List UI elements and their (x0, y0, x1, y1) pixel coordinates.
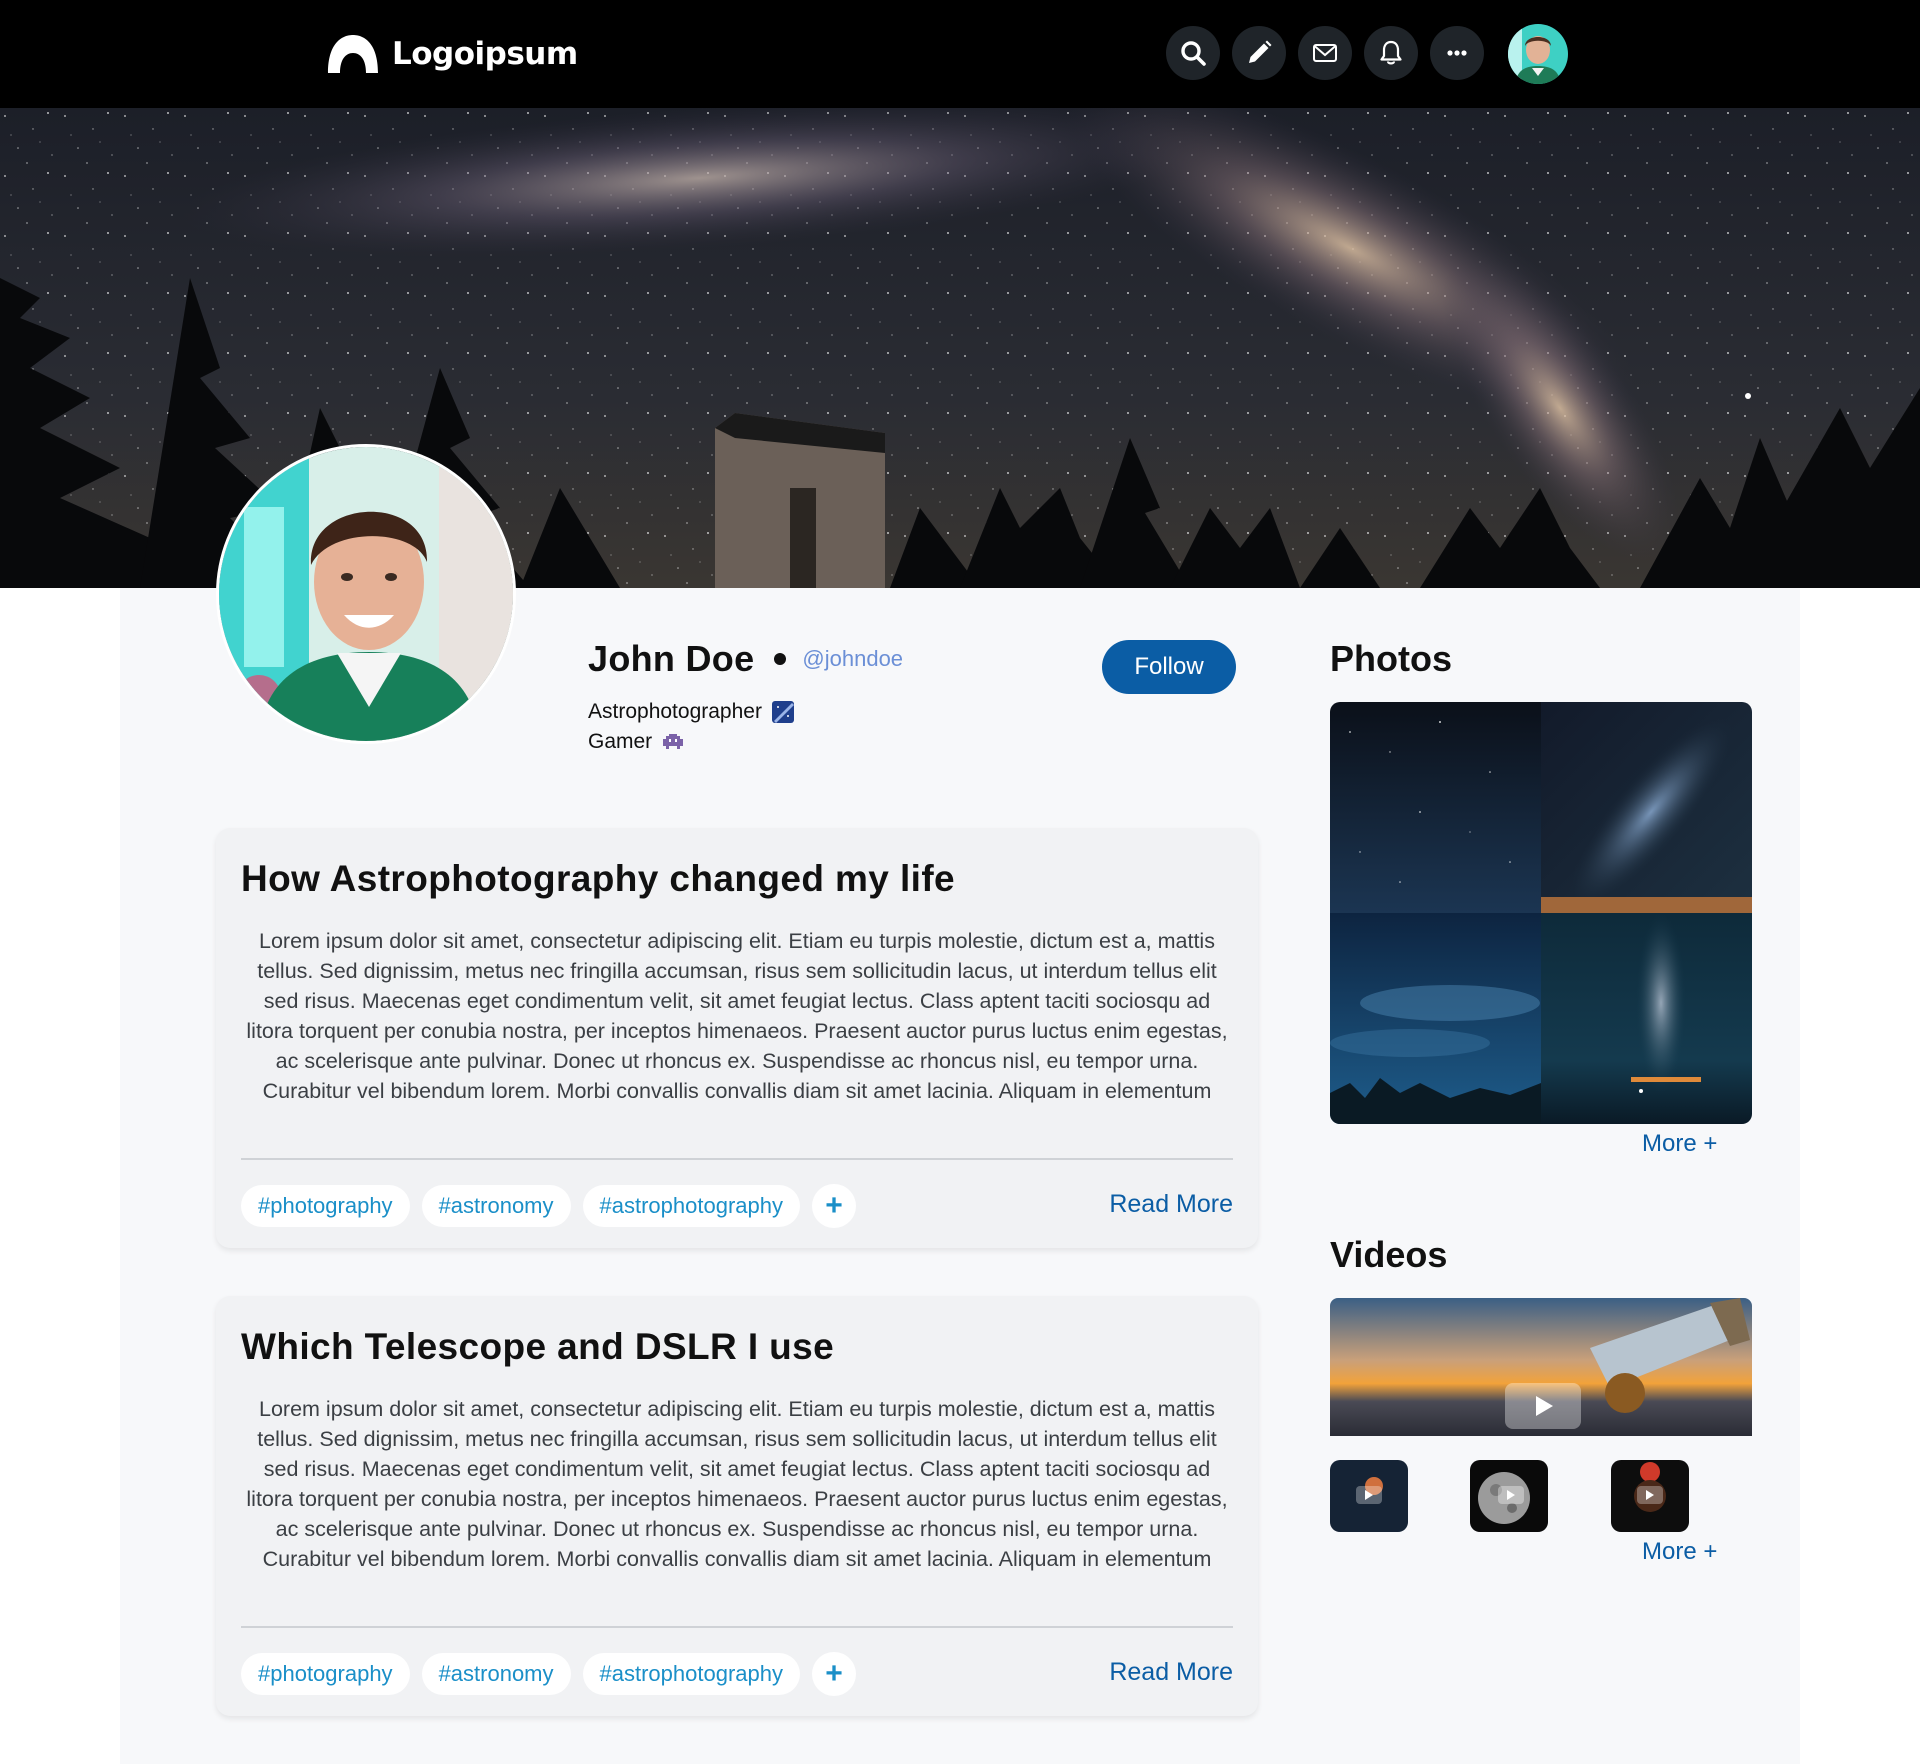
read-more-link[interactable]: Read More (1109, 1190, 1233, 1219)
search-button[interactable] (1166, 26, 1220, 80)
mail-icon (1313, 44, 1337, 62)
galaxy-photo (1541, 702, 1752, 913)
video-thumbnail-image (1611, 1460, 1689, 1532)
profile-photo (219, 447, 513, 741)
bio-text: Astrophotographer (588, 700, 762, 723)
post-card: Which Telescope and DSLR I use Lorem ips… (216, 1296, 1258, 1716)
avatar-image (1508, 24, 1568, 84)
post-tags: #photography #astronomy #astrophotograph… (241, 1184, 856, 1228)
brand-name: Logoipsum (392, 36, 578, 72)
post-title[interactable]: Which Telescope and DSLR I use (241, 1326, 834, 1368)
bio-line-astrophotographer: Astrophotographer (588, 700, 794, 724)
post-tags: #photography #astronomy #astrophotograph… (241, 1652, 856, 1696)
pencil-icon (1249, 40, 1272, 63)
photo-thumbnail[interactable] (1330, 702, 1541, 913)
profile-handle[interactable]: @johndoe (802, 646, 903, 672)
starry-sky-photo (1330, 702, 1541, 913)
more-icon (1447, 50, 1467, 56)
search-icon (1181, 41, 1206, 66)
add-tag-button[interactable]: + (811, 1652, 856, 1696)
night-clouds-photo (1330, 913, 1541, 1124)
notifications-button[interactable] (1364, 26, 1418, 80)
user-avatar[interactable] (1508, 24, 1568, 84)
tag-chip[interactable]: #photography (241, 1185, 410, 1227)
post-divider (241, 1158, 1233, 1160)
post-excerpt: Lorem ipsum dolor sit amet, consectetur … (246, 929, 1228, 1103)
photos-grid (1330, 702, 1752, 1124)
milky-way-emoji-icon (771, 701, 794, 723)
video-thumbnail-image (1470, 1460, 1548, 1532)
brand-logo[interactable]: Logoipsum (326, 30, 578, 78)
follow-button[interactable]: Follow (1102, 640, 1236, 694)
bio-line-gamer: Gamer (588, 730, 684, 754)
compose-button[interactable] (1232, 26, 1286, 80)
post-card: How Astrophotography changed my life Lor… (216, 828, 1258, 1248)
video-thumbnail[interactable] (1330, 1460, 1408, 1532)
alien-monster-emoji-icon (663, 734, 684, 749)
photos-heading: Photos (1330, 638, 1452, 679)
more-options-button[interactable] (1430, 26, 1484, 80)
nav-actions (1166, 26, 1484, 80)
telescope-sunset-video-thumbnail (1330, 1298, 1752, 1436)
tag-chip[interactable]: #astrophotography (582, 1185, 800, 1227)
read-more-link[interactable]: Read More (1109, 1658, 1233, 1687)
featured-video[interactable] (1330, 1298, 1752, 1436)
photos-more-link[interactable]: More + (1642, 1130, 1717, 1158)
photo-thumbnail[interactable] (1330, 913, 1541, 1124)
online-status-dot (774, 653, 787, 665)
profile-avatar[interactable] (216, 444, 516, 744)
photo-thumbnail[interactable] (1541, 702, 1752, 913)
tag-chip[interactable]: #photography (241, 1653, 410, 1695)
photo-thumbnail[interactable] (1541, 913, 1752, 1124)
top-navbar: Logoipsum (0, 0, 1920, 108)
logo-mark-icon (328, 35, 378, 73)
video-thumbnail-image (1330, 1460, 1408, 1532)
videos-heading: Videos (1330, 1234, 1448, 1275)
post-excerpt: Lorem ipsum dolor sit amet, consectetur … (246, 1397, 1228, 1571)
post-title[interactable]: How Astrophotography changed my life (241, 858, 955, 900)
videos-more-link[interactable]: More + (1642, 1538, 1717, 1566)
profile-name: John Doe (588, 638, 755, 679)
post-divider (241, 1626, 1233, 1628)
milky-way-horizon-photo (1541, 913, 1752, 1124)
bell-icon (1380, 40, 1402, 65)
add-tag-button[interactable]: + (811, 1184, 856, 1228)
tag-chip[interactable]: #astronomy (421, 1185, 571, 1227)
video-thumbnail[interactable] (1611, 1460, 1689, 1532)
video-thumbnail[interactable] (1470, 1460, 1548, 1532)
bio-text: Gamer (588, 730, 653, 753)
tag-chip[interactable]: #astrophotography (582, 1653, 800, 1695)
messages-button[interactable] (1298, 26, 1352, 80)
profile-name-row: John Doe @johndoe (588, 638, 903, 680)
tag-chip[interactable]: #astronomy (421, 1653, 571, 1695)
